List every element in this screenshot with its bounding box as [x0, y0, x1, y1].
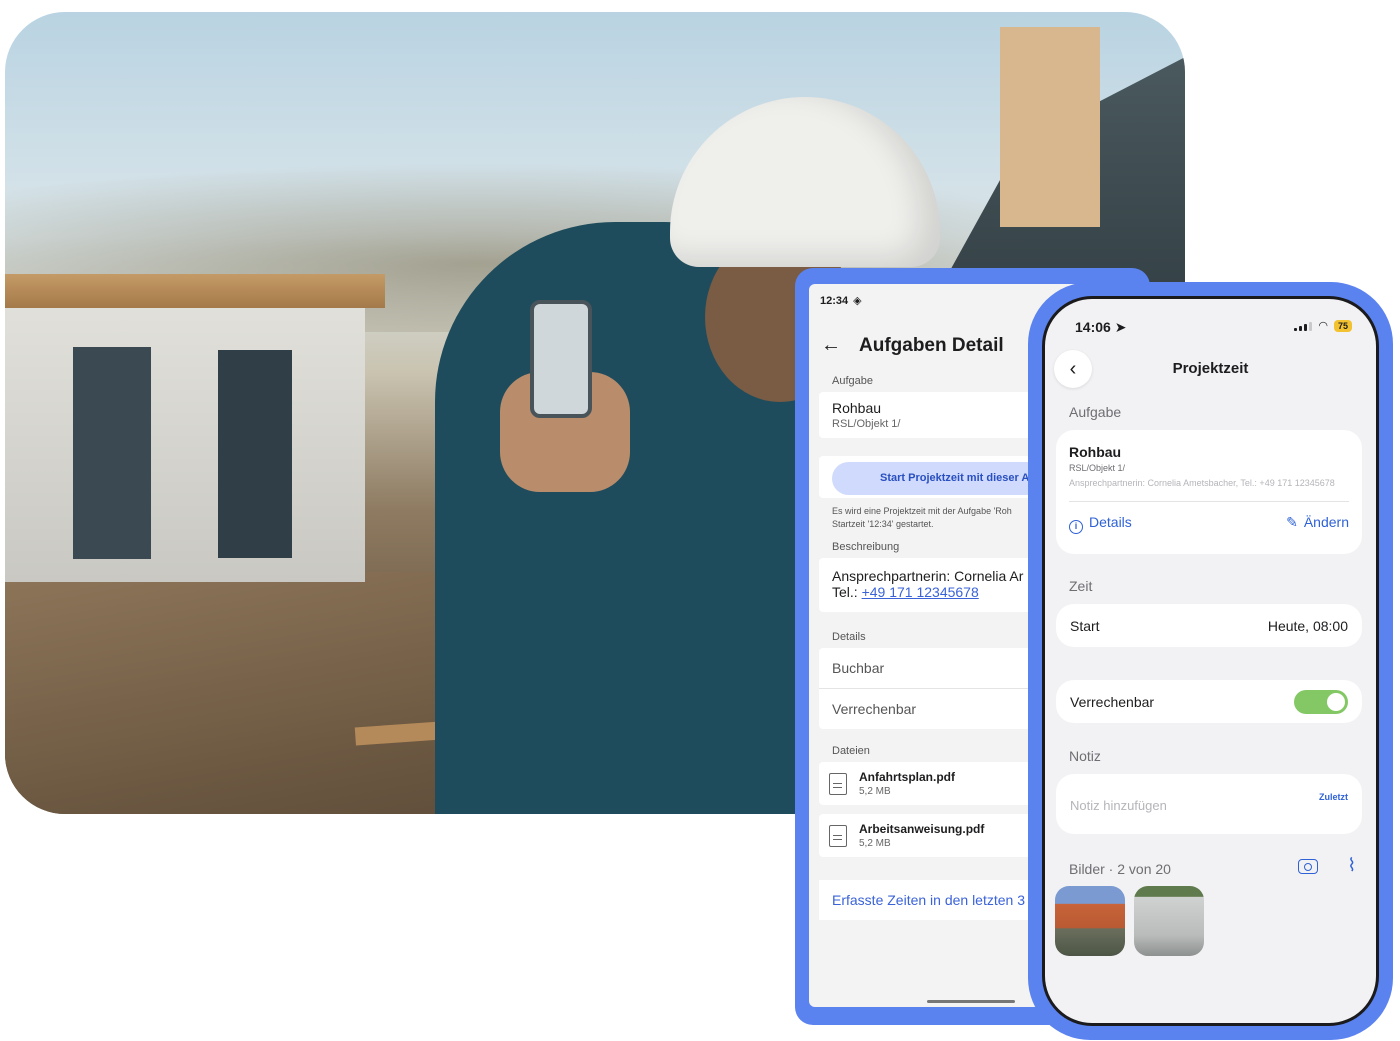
- note-placeholder: Notiz hinzufügen: [1070, 798, 1167, 813]
- edit-link[interactable]: ✎ Ändern: [1286, 514, 1349, 534]
- file-icon: [829, 824, 847, 847]
- back-arrow-icon[interactable]: ←: [821, 334, 841, 357]
- image-thumbnail[interactable]: [1055, 886, 1125, 956]
- page-title: Aufgaben Detail: [859, 334, 1004, 356]
- info-icon: i: [1069, 520, 1083, 534]
- iphone-device: 14:06 ➤ ◠ 75 ‹ Projektzeit Aufgabe Rohba…: [1028, 282, 1393, 1040]
- pencil-icon: ✎: [1286, 514, 1298, 530]
- note-field[interactable]: Notiz hinzufügen Zuletzt: [1056, 774, 1362, 834]
- photo-held-phone: [530, 300, 592, 418]
- wifi-icon: ◠: [1318, 320, 1328, 332]
- file-name: Anfahrtsplan.pdf: [859, 770, 955, 784]
- location-arrow-icon: ➤: [1114, 319, 1127, 335]
- billable-row: Verrechenbar: [1056, 680, 1362, 723]
- billable-toggle[interactable]: [1294, 689, 1348, 714]
- billable-label: Verrechenbar: [1070, 693, 1155, 710]
- start-time-row[interactable]: Start Heute, 08:00: [1056, 604, 1362, 647]
- android-home-indicator: [927, 1000, 1015, 1003]
- image-thumbnail[interactable]: [1134, 886, 1204, 956]
- photo-building-wall: [5, 282, 365, 582]
- photo-wood-beam: [5, 274, 385, 308]
- file-size: 5,2 MB: [859, 786, 891, 797]
- photo-hard-hat: [670, 97, 940, 267]
- photo-window-left: [73, 347, 151, 559]
- photo-chimney: [1000, 27, 1100, 227]
- file-size: 5,2 MB: [859, 838, 891, 849]
- time-section-label: Zeit: [1069, 578, 1093, 594]
- task-section-label: Aufgabe: [832, 375, 873, 387]
- iphone-screen: 14:06 ➤ ◠ 75 ‹ Projektzeit Aufgabe Rohba…: [1045, 299, 1376, 1023]
- android-status-bar: 12:34 ◈: [820, 294, 862, 308]
- paperclip-icon[interactable]: ⌇: [1347, 855, 1356, 876]
- iphone-status-time: 14:06 ➤: [1075, 319, 1127, 335]
- details-link[interactable]: i Details: [1069, 514, 1132, 534]
- start-label: Start: [1070, 617, 1100, 634]
- task-path: RSL/Objekt 1/: [1069, 463, 1126, 473]
- android-status-icon: ◈: [853, 295, 862, 307]
- files-section-label: Dateien: [832, 745, 870, 757]
- images-section-label: Bilder · 2 von 20: [1069, 861, 1171, 877]
- task-contact: Ansprechpartnerin: Cornelia Ametsbacher,…: [1069, 478, 1335, 488]
- details-section-label: Details: [832, 631, 866, 643]
- recent-notes-link[interactable]: Zuletzt: [1319, 792, 1348, 802]
- description-section-label: Beschreibung: [832, 541, 900, 553]
- screen-title: Projektzeit: [1172, 360, 1249, 377]
- camera-icon[interactable]: [1298, 859, 1318, 874]
- task-card: Rohbau RSL/Objekt 1/ Ansprechpartnerin: …: [1056, 430, 1362, 554]
- phone-link[interactable]: +49 171 12345678: [862, 584, 979, 600]
- photo-window-right: [218, 350, 292, 558]
- task-section-label: Aufgabe: [1069, 404, 1122, 420]
- iphone-status-icons: ◠ 75: [1294, 319, 1352, 332]
- battery-icon: 75: [1333, 319, 1352, 332]
- start-value: Heute, 08:00: [1267, 617, 1348, 634]
- signal-icon: [1294, 321, 1313, 331]
- file-name: Arbeitsanweisung.pdf: [859, 822, 985, 836]
- task-name: Rohbau: [1069, 444, 1122, 460]
- android-status-time: 12:34: [820, 294, 849, 307]
- file-icon: [829, 772, 847, 795]
- android-header: ← Aufgaben Detail: [821, 334, 1004, 357]
- note-section-label: Notiz: [1069, 748, 1101, 764]
